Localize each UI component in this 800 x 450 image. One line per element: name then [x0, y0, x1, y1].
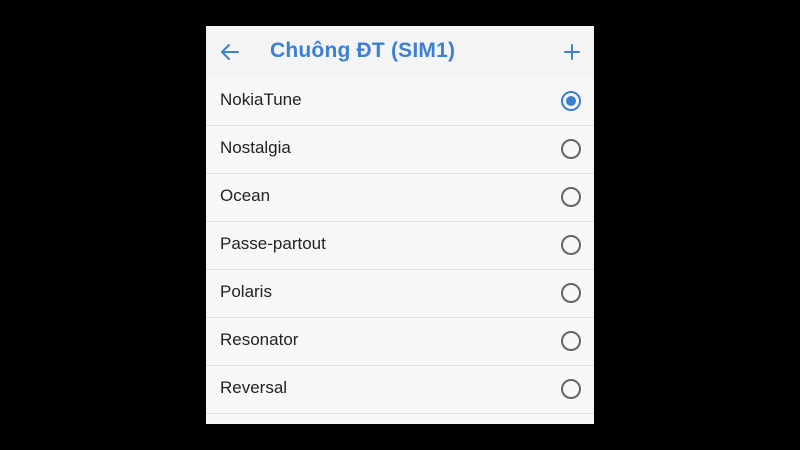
ringtone-list: NokiaTune Nostalgia Ocean Passe-partout … [206, 78, 594, 424]
ringtone-item-reversal[interactable]: Reversal [206, 366, 594, 414]
page-title: Chuông ĐT (SIM1) [270, 39, 456, 62]
ringtone-label: Polaris [220, 282, 272, 301]
radio-button[interactable] [561, 187, 581, 207]
ringtone-label: Ocean [220, 186, 271, 205]
ringtone-item-partial[interactable] [206, 414, 594, 424]
radio-button[interactable] [561, 91, 581, 111]
app-bar: Chuông ĐT (SIM1) [206, 26, 594, 78]
ringtone-label: Reversal [220, 378, 288, 397]
ringtone-screen: Chuông ĐT (SIM1) NokiaTune Nostalgia Oce… [206, 26, 594, 424]
ringtone-label: NokiaTune [220, 90, 302, 109]
ringtone-item-resonator[interactable]: Resonator [206, 318, 594, 366]
ringtone-label: Passe-partout [220, 234, 326, 253]
add-ringtone-button[interactable] [558, 38, 586, 66]
ringtone-item-passe-partout[interactable]: Passe-partout [206, 222, 594, 270]
radio-button[interactable] [561, 283, 581, 303]
ringtone-item-nostalgia[interactable]: Nostalgia [206, 126, 594, 174]
radio-button[interactable] [561, 331, 581, 351]
arrow-left-icon [221, 44, 239, 60]
ringtone-item-polaris[interactable]: Polaris [206, 270, 594, 318]
radio-button[interactable] [561, 139, 581, 159]
radio-button[interactable] [561, 235, 581, 255]
ringtone-label: Nostalgia [220, 138, 291, 157]
ringtone-item-ocean[interactable]: Ocean [206, 174, 594, 222]
plus-icon [564, 44, 580, 60]
ringtone-item-nokiatune[interactable]: NokiaTune [206, 78, 594, 126]
radio-button[interactable] [561, 379, 581, 399]
ringtone-label: Resonator [220, 330, 299, 349]
back-button[interactable] [216, 38, 244, 66]
